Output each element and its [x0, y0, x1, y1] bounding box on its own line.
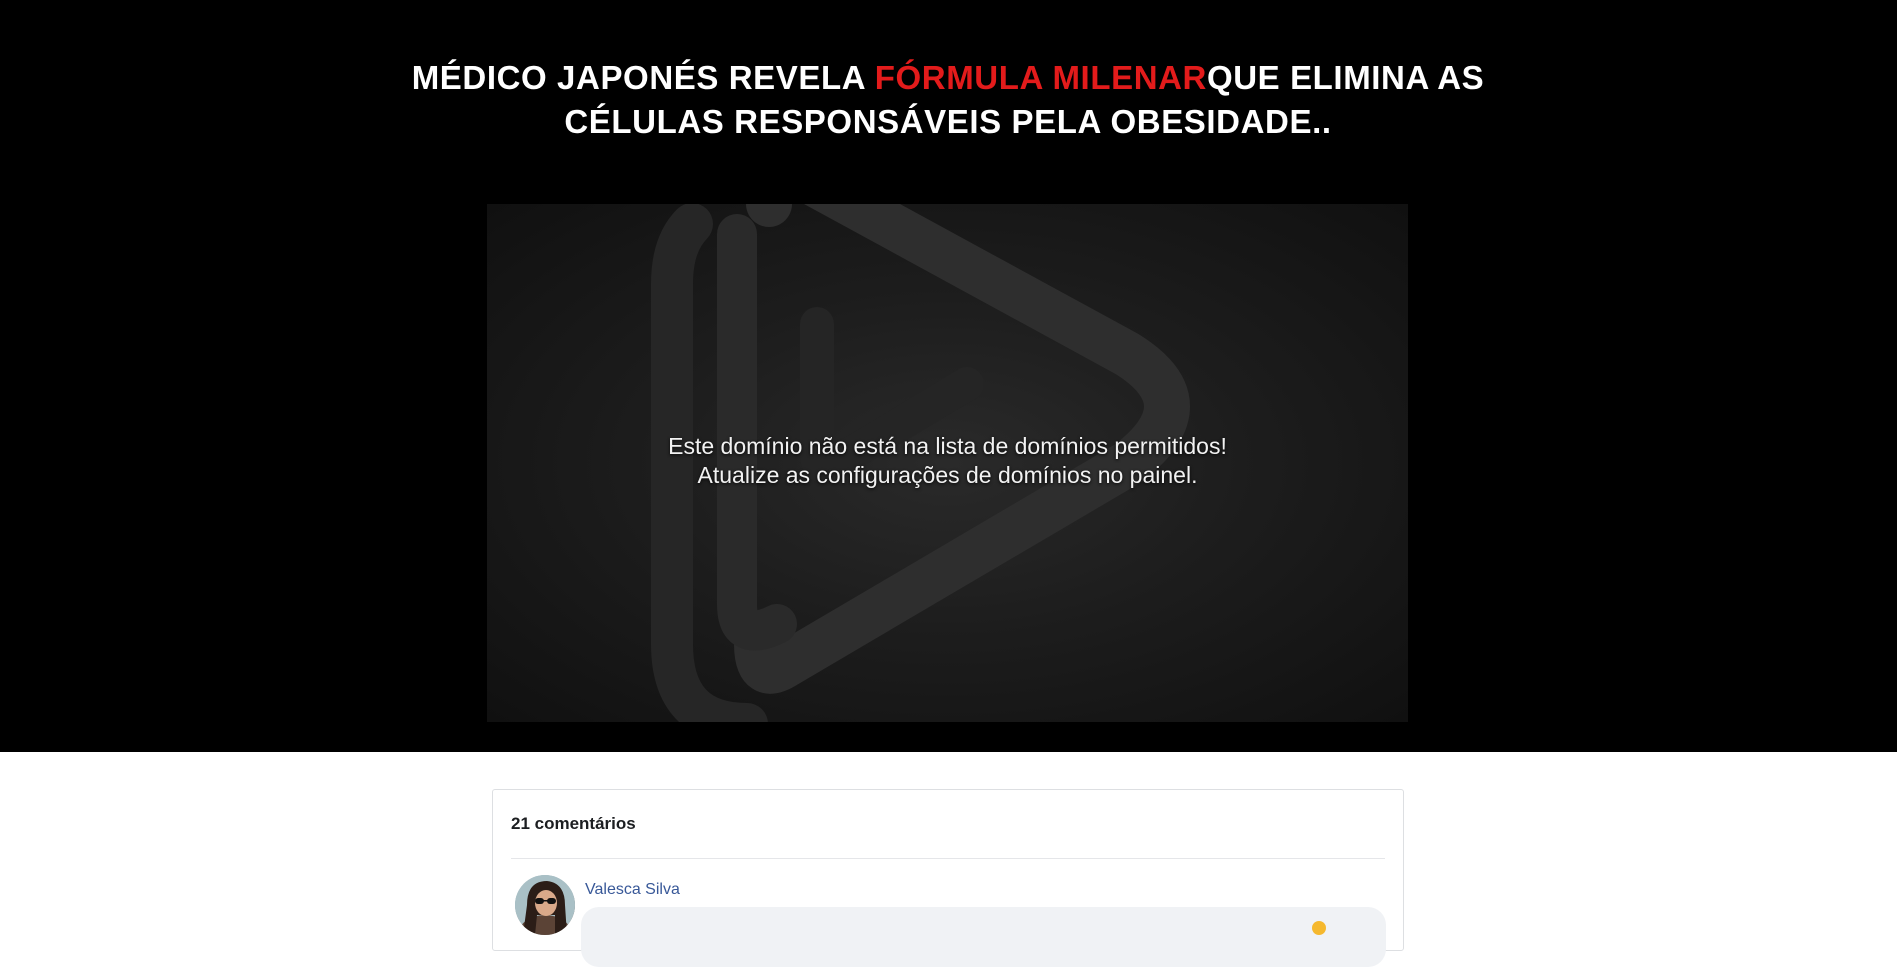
video-player[interactable]: Este domínio não está na lista de domíni… [487, 204, 1408, 722]
player-error-line2: Atualize as configurações de domínios no… [697, 462, 1198, 488]
headline-part1: MÉDICO JAPONÉS REVELA [411, 59, 875, 96]
reaction-icon [1312, 921, 1326, 935]
headline-accent: FÓRMULA MILENAR [874, 59, 1207, 96]
player-error-message: Este domínio não está na lista de domíni… [487, 432, 1408, 490]
avatar[interactable] [515, 875, 575, 935]
hero-section: MÉDICO JAPONÉS REVELA FÓRMULA MILENARQUE… [0, 0, 1897, 752]
page-headline: MÉDICO JAPONÉS REVELA FÓRMULA MILENARQUE… [348, 56, 1548, 144]
comments-count: 21 comentários [511, 814, 636, 833]
avatar-photo-icon [515, 875, 575, 935]
player-error-line1: Este domínio não está na lista de domíni… [668, 433, 1227, 459]
comments-widget: 21 comentários Valesca Silva [492, 789, 1404, 967]
commenter-name-link[interactable]: Valesca Silva [585, 881, 680, 899]
comments-divider [511, 858, 1385, 859]
comment-bubble [581, 907, 1386, 967]
